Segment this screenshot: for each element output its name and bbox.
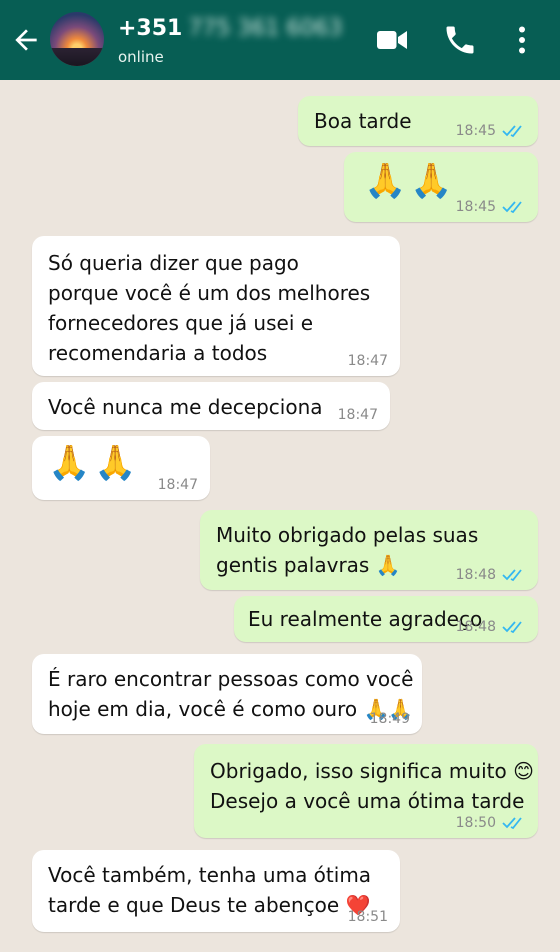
arrow-left-icon xyxy=(15,29,37,51)
menu-button[interactable] xyxy=(504,22,540,58)
contact-prefix: +351 xyxy=(118,16,183,41)
message-meta: 18:48 xyxy=(456,566,526,584)
double-check-icon xyxy=(502,620,526,634)
video-call-button[interactable] xyxy=(374,22,410,58)
message-time: 18:45 xyxy=(455,123,496,139)
double-check-icon xyxy=(502,816,526,830)
message-meta: 18:49 xyxy=(370,710,410,728)
contact-name[interactable]: +351 775 361 6063 xyxy=(118,16,342,41)
message-text: Boa tarde xyxy=(314,109,412,133)
voice-call-button[interactable] xyxy=(442,22,478,58)
message-meta: 18:47 xyxy=(338,406,378,424)
message-time: 18:50 xyxy=(455,815,496,831)
message-meta: 18:51 xyxy=(348,908,388,926)
contact-avatar[interactable] xyxy=(50,12,104,66)
message-meta: 18:48 xyxy=(456,618,526,636)
message-text: 🙏🙏 xyxy=(364,161,457,201)
message-meta: 18:47 xyxy=(158,476,198,494)
message-time: 18:48 xyxy=(455,567,496,583)
message-text: Você nunca me decepciona xyxy=(48,395,323,419)
message-text: Só queria dizer que pago porque você é u… xyxy=(48,251,371,365)
message-time: 18:47 xyxy=(157,477,198,493)
message-time: 18:51 xyxy=(347,909,388,925)
message-bubble-outgoing[interactable]: Eu realmente agradeço 18:48 xyxy=(234,596,538,642)
message-bubble-incoming[interactable]: Você também, tenha uma ótima tarde e que… xyxy=(32,850,400,932)
double-check-icon xyxy=(502,200,526,214)
message-bubble-outgoing[interactable]: Muito obrigado pelas suas gentis palavra… xyxy=(200,510,538,590)
phone-icon xyxy=(446,26,474,54)
contact-number-blurred: 775 361 6063 xyxy=(188,16,343,41)
message-bubble-incoming[interactable]: 🙏🙏 18:47 xyxy=(32,436,210,500)
message-text: 🙏🙏 xyxy=(48,443,141,483)
contact-status: online xyxy=(118,48,164,66)
message-time: 18:47 xyxy=(347,353,388,369)
double-check-icon xyxy=(502,124,526,138)
message-text: Eu realmente agradeço xyxy=(248,607,483,631)
message-bubble-outgoing[interactable]: 🙏🙏 18:45 xyxy=(344,152,538,222)
message-text: Você também, tenha uma ótima tarde e que… xyxy=(48,863,372,917)
message-meta: 18:45 xyxy=(456,198,526,216)
message-time: 18:45 xyxy=(455,199,496,215)
message-time: 18:47 xyxy=(337,407,378,423)
message-bubble-outgoing[interactable]: Obrigado, isso significa muito 😊 Desejo … xyxy=(194,744,538,838)
video-call-icon xyxy=(377,31,407,49)
back-button[interactable] xyxy=(10,24,42,56)
message-bubble-incoming[interactable]: É raro encontrar pessoas como você hoje … xyxy=(32,654,422,734)
message-meta: 18:45 xyxy=(456,122,526,140)
message-meta: 18:50 xyxy=(456,814,526,832)
chat-header: +351 775 361 6063 online xyxy=(0,0,560,80)
message-text: É raro encontrar pessoas como você hoje … xyxy=(48,667,414,721)
double-check-icon xyxy=(502,568,526,582)
message-text: Muito obrigado pelas suas gentis palavra… xyxy=(216,523,479,577)
message-time: 18:49 xyxy=(369,711,410,727)
message-text: Obrigado, isso significa muito 😊 Desejo … xyxy=(210,759,534,813)
message-bubble-outgoing[interactable]: Boa tarde 18:45 xyxy=(298,96,538,146)
message-meta: 18:47 xyxy=(348,352,388,370)
message-bubble-incoming[interactable]: Só queria dizer que pago porque você é u… xyxy=(32,236,400,376)
message-time: 18:48 xyxy=(455,619,496,635)
message-bubble-incoming[interactable]: Você nunca me decepciona 18:47 xyxy=(32,382,390,430)
more-vert-icon xyxy=(519,26,525,54)
